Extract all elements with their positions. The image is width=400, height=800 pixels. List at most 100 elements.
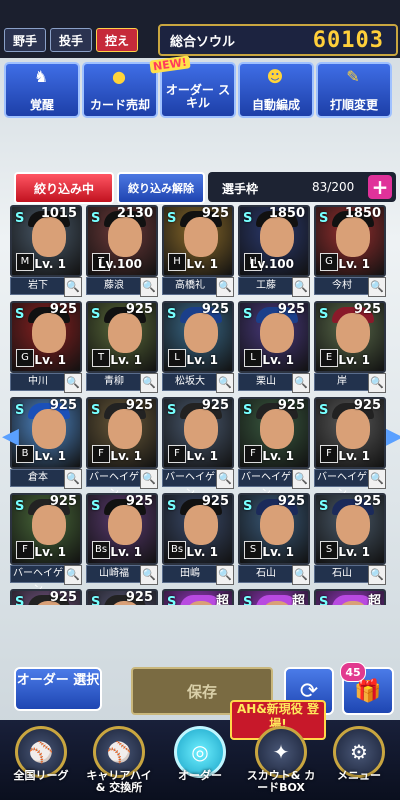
player-card[interactable]: S超🔍 xyxy=(238,589,310,605)
filter-clear-button[interactable]: 絞り込み解除 xyxy=(117,172,205,204)
rank-s-icon: S xyxy=(167,499,177,514)
card-level: Lv.100 xyxy=(97,257,142,271)
magnify-icon[interactable]: 🔍 xyxy=(216,277,234,297)
player-card[interactable]: S 925 T Lv. 1 青柳 🔍 xyxy=(86,301,158,393)
order-select-button[interactable]: オーダー 選択 xyxy=(14,667,102,711)
player-card[interactable]: S 925 S Lv. 1 石山 🔍 xyxy=(238,493,310,585)
magnify-icon[interactable]: 🔍 xyxy=(368,277,386,297)
expand-slots-button[interactable]: + xyxy=(368,175,392,199)
magnify-icon[interactable]: 🔍 xyxy=(368,469,386,489)
magnify-icon[interactable]: 🔍 xyxy=(64,565,82,585)
card-sell-button[interactable]: ● カード売却 xyxy=(82,62,158,118)
magnify-icon[interactable]: 🔍 xyxy=(64,469,82,489)
player-card[interactable]: S 925 Bs Lv. 1 山崎福 🔍 xyxy=(86,493,158,585)
nav-scout[interactable]: ✦ スカウト& カードBOX xyxy=(244,726,318,800)
card-cost: 925 xyxy=(125,494,153,509)
total-soul-value: 60103 xyxy=(312,27,384,53)
tab-pitchers[interactable]: 投手 xyxy=(50,28,92,52)
magnify-icon[interactable]: 🔍 xyxy=(140,565,158,585)
player-portrait xyxy=(184,313,218,353)
rank-s-icon: S xyxy=(91,211,101,226)
card-art: S 925 L Lv. 1 xyxy=(238,301,310,373)
magnify-icon[interactable]: 🔍 xyxy=(292,469,310,489)
filter-active-button[interactable]: 絞り込み中 xyxy=(14,172,114,204)
card-level: Lv. 1 xyxy=(34,449,66,463)
magnify-icon[interactable]: 🔍 xyxy=(216,469,234,489)
gift-icon: 🎁 xyxy=(354,678,382,704)
player-card[interactable]: S 925 FLv. 1 バーヘイゲン🔍 xyxy=(162,397,234,499)
team-logo: M xyxy=(16,253,34,271)
player-card[interactable]: S 925 FLv. 1 バーヘイゲン🔍 xyxy=(238,397,310,499)
magnify-icon[interactable]: 🔍 xyxy=(216,565,234,585)
player-card[interactable]: S 1850 G Lv. 1 今村 🔍 xyxy=(314,205,386,297)
player-card[interactable]: S超🔍 xyxy=(314,589,386,605)
player-card[interactable]: S 1015 M Lv. 1 岩下 🔍 xyxy=(10,205,82,297)
auto-formation-button[interactable]: ☻ 自動編成 xyxy=(238,62,314,118)
magnify-icon[interactable]: 🔍 xyxy=(368,565,386,585)
magnify-icon[interactable]: 🔍 xyxy=(368,373,386,393)
card-player-name: バーヘイゲン xyxy=(238,469,294,499)
card-level: Lv. 1 xyxy=(34,353,66,367)
player-portrait xyxy=(184,505,218,545)
player-card[interactable]: S 2130 T Lv.100 藤浪 🔍 xyxy=(86,205,158,297)
player-card[interactable]: S超🔍 xyxy=(162,589,234,605)
card-level: Lv. 1 xyxy=(338,449,370,463)
magnify-icon[interactable]: 🔍 xyxy=(140,373,158,393)
nav-order[interactable]: ◎ オーダー xyxy=(163,726,237,800)
magnify-icon[interactable]: 🔍 xyxy=(64,277,82,297)
card-level: Lv. 1 xyxy=(262,449,294,463)
magnify-icon[interactable]: 🔍 xyxy=(64,373,82,393)
player-portrait xyxy=(32,313,66,353)
card-level: Lv. 1 xyxy=(186,353,218,367)
card-art: S 2130 T Lv.100 xyxy=(86,205,158,277)
rank-s-icon: S xyxy=(91,307,101,322)
player-slots: 選手枠 83/200 + xyxy=(208,172,396,202)
scroll-left-icon[interactable]: ◀ xyxy=(2,424,19,454)
card-player-name: 山崎福 xyxy=(86,565,142,583)
player-card[interactable]: S 925 FLv. 1 バーヘイゲン🔍 xyxy=(314,397,386,499)
card-level: Lv. 1 xyxy=(186,545,218,559)
tab-fielders[interactable]: 野手 xyxy=(4,28,46,52)
magnify-icon[interactable]: 🔍 xyxy=(140,277,158,297)
player-card[interactable]: S 925 L Lv. 1 栗山 🔍 xyxy=(238,301,310,393)
player-card[interactable]: S925🔍 xyxy=(10,589,82,605)
nav-exchange[interactable]: ⚾ キャリアハイ& 交換所 xyxy=(82,726,156,800)
magnify-icon[interactable]: 🔍 xyxy=(292,373,310,393)
player-card[interactable]: S 925 L Lv. 1 松坂大 🔍 xyxy=(162,301,234,393)
scroll-right-icon[interactable]: ▶ xyxy=(386,424,400,454)
magnify-icon[interactable]: 🔍 xyxy=(216,373,234,393)
player-slots-count: 83/200 xyxy=(312,180,355,194)
nav-menu[interactable]: ⚙ メニュー xyxy=(322,726,396,800)
player-card[interactable]: S925🔍 xyxy=(86,589,158,605)
card-cost: 925 xyxy=(49,494,77,509)
card-player-name: 中川 xyxy=(10,373,66,391)
tab-reserves[interactable]: 控え xyxy=(96,28,138,52)
awaken-button[interactable]: ♞ 覚醒 xyxy=(4,62,80,118)
player-card[interactable]: S 925 FLv. 1 バーヘイゲン🔍 xyxy=(10,493,82,595)
magnify-icon[interactable]: 🔍 xyxy=(292,277,310,297)
card-art: S 925 F Lv. 1 xyxy=(86,397,158,469)
player-card[interactable]: S 925 Bs Lv. 1 田嶋 🔍 xyxy=(162,493,234,585)
player-card[interactable]: S 925 B Lv. 1 倉本 🔍 xyxy=(10,397,82,489)
player-card[interactable]: S 925 E Lv. 1 岸 🔍 xyxy=(314,301,386,393)
rank-s-icon: S xyxy=(243,403,253,418)
card-level: Lv. 1 xyxy=(338,257,370,271)
nav-league[interactable]: ⚾ 全国リーグ xyxy=(4,726,78,800)
player-card[interactable]: S 925 G Lv. 1 中川 🔍 xyxy=(10,301,82,393)
player-portrait xyxy=(184,409,218,449)
card-art: S 925 E Lv. 1 xyxy=(314,301,386,373)
team-logo: Bs xyxy=(92,541,110,559)
player-portrait xyxy=(108,409,142,449)
magnify-icon[interactable]: 🔍 xyxy=(292,565,310,585)
player-card[interactable]: S 1850 H Lv.100 工藤 🔍 xyxy=(238,205,310,297)
awaken-icon: ♞ xyxy=(33,67,49,86)
player-card[interactable]: S 925 S Lv. 1 石山 🔍 xyxy=(314,493,386,585)
rank-s-icon: S xyxy=(319,595,329,605)
card-level: Lv. 1 xyxy=(262,353,294,367)
card-cost: 925 xyxy=(353,302,381,317)
rank-s-icon: S xyxy=(243,595,253,605)
batting-order-button[interactable]: ✎ 打順変更 xyxy=(316,62,392,118)
magnify-icon[interactable]: 🔍 xyxy=(140,469,158,489)
player-card[interactable]: S 925 H Lv. 1 高橋礼 🔍 xyxy=(162,205,234,297)
player-card[interactable]: S 925 FLv. 1 バーヘイゲン🔍 xyxy=(86,397,158,499)
